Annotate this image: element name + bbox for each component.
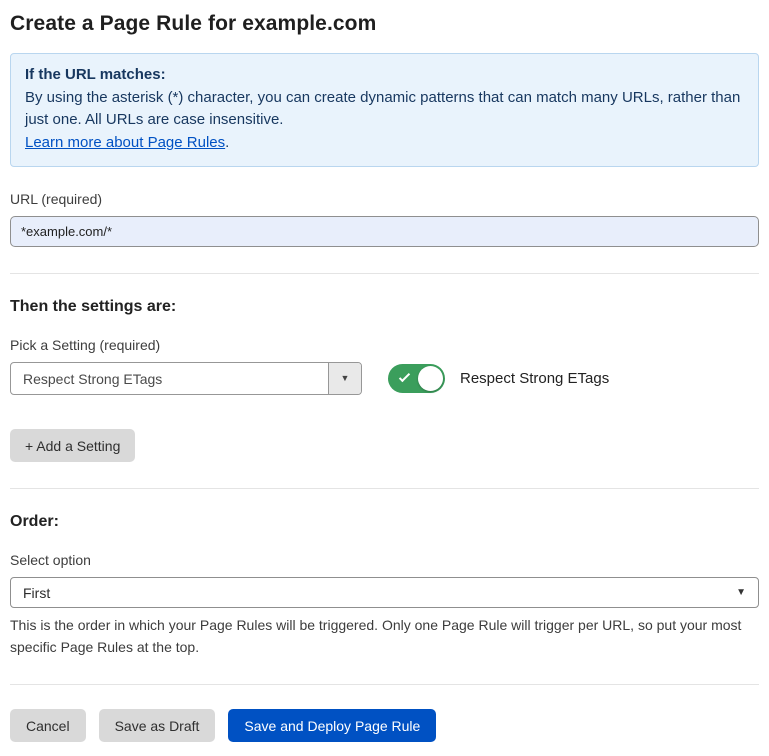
order-select-value: First (23, 585, 50, 601)
chevron-down-icon: ▼ (736, 588, 746, 598)
learn-more-link[interactable]: Learn more about Page Rules (25, 134, 225, 151)
order-select-label: Select option (10, 552, 759, 568)
info-link-suffix: . (225, 134, 229, 151)
divider (10, 488, 759, 489)
divider (10, 273, 759, 274)
order-help-text: This is the order in which your Page Rul… (10, 615, 755, 658)
setting-row: Respect Strong ETags ▼ Respect Strong ET… (10, 362, 759, 395)
setting-select[interactable]: Respect Strong ETags ▼ (10, 362, 362, 395)
page-title: Create a Page Rule for example.com (10, 12, 759, 36)
order-select[interactable]: First ▼ (10, 577, 759, 608)
footer-actions: Cancel Save as Draft Save and Deploy Pag… (10, 709, 759, 742)
toggle-knob (418, 366, 443, 391)
etags-toggle[interactable] (388, 364, 445, 393)
save-deploy-button[interactable]: Save and Deploy Page Rule (228, 709, 436, 742)
save-draft-button[interactable]: Save as Draft (99, 709, 216, 742)
info-box-heading: If the URL matches: (25, 64, 744, 87)
info-box-link-line: Learn more about Page Rules. (25, 132, 744, 155)
page-rule-form: Create a Page Rule for example.com If th… (0, 0, 769, 756)
settings-heading: Then the settings are: (10, 298, 759, 316)
toggle-label: Respect Strong ETags (460, 370, 609, 387)
add-setting-button[interactable]: + Add a Setting (10, 429, 135, 462)
url-label: URL (required) (10, 191, 759, 207)
divider (10, 684, 759, 685)
setting-select-value: Respect Strong ETags (11, 363, 328, 394)
cancel-button[interactable]: Cancel (10, 709, 86, 742)
url-input[interactable] (10, 216, 759, 247)
order-heading: Order: (10, 513, 759, 531)
setting-select-arrow-button[interactable]: ▼ (328, 363, 361, 394)
pick-setting-label: Pick a Setting (required) (10, 337, 759, 353)
info-box-body: By using the asterisk (*) character, you… (25, 87, 744, 132)
check-icon (399, 371, 410, 382)
chevron-down-icon: ▼ (341, 374, 350, 383)
info-box: If the URL matches: By using the asteris… (10, 53, 759, 167)
